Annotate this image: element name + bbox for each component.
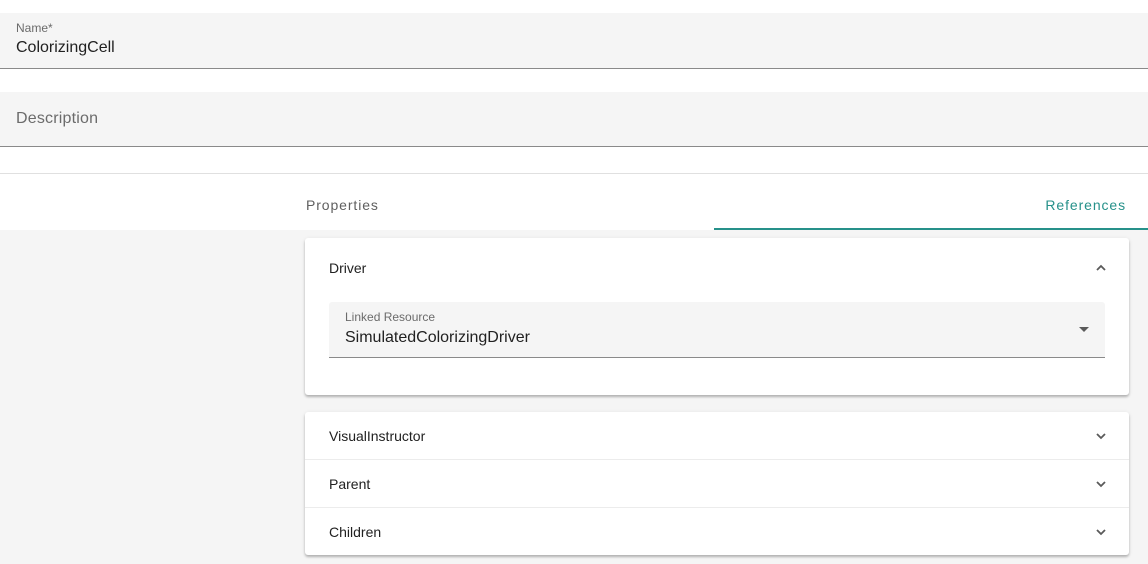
tab-references-label: References [1045, 197, 1126, 213]
children-panel-title: Children [329, 524, 382, 540]
chevron-down-icon [1096, 433, 1106, 440]
tab-properties-label: Properties [306, 197, 379, 213]
linked-resource-value: SimulatedColorizingDriver [345, 329, 530, 346]
visual-instructor-panel-title: VisualInstructor [329, 428, 426, 444]
name-field-label: Name* [16, 21, 53, 35]
linked-resource-select[interactable]: Linked Resource SimulatedColorizingDrive… [329, 302, 1105, 358]
tab-references[interactable]: References [714, 174, 1148, 230]
reference-panels-group: VisualInstructor Parent Children [305, 412, 1129, 555]
tab-bar: Properties References [0, 174, 1148, 230]
description-field[interactable]: Description [0, 92, 1148, 147]
description-field-placeholder: Description [16, 110, 99, 127]
name-field-value[interactable]: ColorizingCell [16, 39, 115, 57]
chevron-down-icon [1096, 529, 1106, 536]
name-field[interactable]: Name* ColorizingCell [0, 13, 1148, 69]
linked-resource-label: Linked Resource [345, 310, 436, 324]
driver-panel: Driver Linked Resource SimulatedColorizi… [305, 238, 1129, 395]
driver-panel-title: Driver [329, 260, 367, 276]
children-panel-header[interactable]: Children [305, 508, 1129, 556]
tab-properties[interactable]: Properties [280, 174, 714, 230]
chevron-up-icon [1096, 264, 1106, 271]
driver-panel-header[interactable]: Driver [305, 244, 1129, 292]
chevron-down-icon [1096, 481, 1106, 488]
dropdown-arrow-icon [1079, 327, 1089, 332]
parent-panel-header[interactable]: Parent [305, 460, 1129, 508]
visual-instructor-panel-header[interactable]: VisualInstructor [305, 412, 1129, 460]
parent-panel-title: Parent [329, 476, 371, 492]
